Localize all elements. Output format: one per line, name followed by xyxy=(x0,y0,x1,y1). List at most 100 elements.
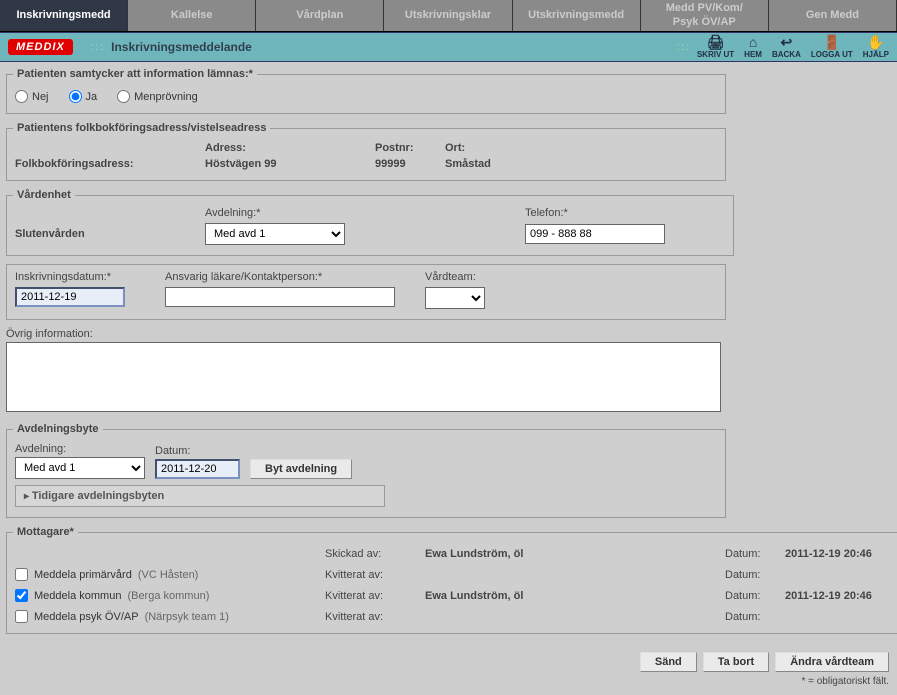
reg-team-select[interactable] xyxy=(425,287,485,309)
main-tabs: Inskrivningsmedd Kallelse Vårdplan Utskr… xyxy=(0,0,897,32)
address-group: Patientens folkbokföringsadress/vistelse… xyxy=(6,122,726,181)
consent-ja[interactable]: Ja xyxy=(69,90,98,103)
back-label: BACKA xyxy=(772,50,801,59)
addr-header-adress: Adress: xyxy=(205,142,375,154)
help-label: HJÄLP xyxy=(863,50,889,59)
wardchange-legend: Avdelningsbyte xyxy=(13,423,103,435)
ward-unit-label: Slutenvården xyxy=(15,228,205,240)
ward-group: Vårdenhet Avdelning:* Telefon:* Slutenvå… xyxy=(6,189,734,256)
recip-datum-label-2: Datum: xyxy=(725,590,785,602)
reg-date-label: Inskrivningsdatum:* xyxy=(15,271,155,283)
recip-kvitterat-label-1: Kvitterat av: xyxy=(325,569,425,581)
wardchange-group: Avdelningsbyte Avdelning: Med avd 1 Datu… xyxy=(6,423,726,518)
ward-legend: Vårdenhet xyxy=(13,189,75,201)
recip-primarvard-label: Meddela primärvård xyxy=(34,569,132,581)
reg-team-label: Vårdteam: xyxy=(425,271,505,283)
send-button[interactable]: Sänd xyxy=(640,652,697,672)
help-action[interactable]: ✋HJÄLP xyxy=(863,35,889,59)
recip-kvitterat-who-2: Ewa Lundström, öl xyxy=(425,590,725,602)
recip-kvitterat-label-2: Kvitterat av: xyxy=(325,590,425,602)
recip-primarvard-check[interactable] xyxy=(15,568,28,581)
addr-header-postnr: Postnr: xyxy=(375,142,445,154)
tab-kallelse[interactable]: Kallelse xyxy=(128,0,256,31)
recip-datum-label-1: Datum: xyxy=(725,569,785,581)
consent-ja-label: Ja xyxy=(86,91,98,103)
tab-utskrivningsmedd[interactable]: Utskrivningsmedd xyxy=(513,0,641,31)
recip-kommun-label: Meddela kommun xyxy=(34,590,121,602)
addr-header-ort: Ort: xyxy=(445,142,645,154)
recip-datum-label-3: Datum: xyxy=(725,611,785,623)
tab-gen-medd[interactable]: Gen Medd xyxy=(769,0,897,31)
ward-avd-label: Avdelning:* xyxy=(205,207,525,219)
decor-dots: ::: xyxy=(676,42,690,53)
logout-action[interactable]: 🚪LOGGA UT xyxy=(811,35,853,59)
logout-label: LOGGA UT xyxy=(811,50,853,59)
recip-psyk-check[interactable] xyxy=(15,610,28,623)
recip-kommun-paren: (Berga kommun) xyxy=(127,590,209,602)
addr-value-ort: Småstad xyxy=(445,158,645,170)
reg-doctor-label: Ansvarig läkare/Kontaktperson:* xyxy=(165,271,415,283)
help-icon: ✋ xyxy=(867,35,884,49)
header-bar: MEDDIX ::: Inskrivningsmeddelande ::: 🖨S… xyxy=(0,32,897,62)
back-action[interactable]: ↩BACKA xyxy=(772,35,801,59)
home-action[interactable]: ⌂HEM xyxy=(744,35,762,59)
recip-kvitterat-label-3: Kvitterat av: xyxy=(325,611,425,623)
print-icon: 🖨 xyxy=(707,35,725,49)
consent-men-radio[interactable] xyxy=(117,90,130,103)
print-label: SKRIV UT xyxy=(697,50,734,59)
recip-datum-val-0: 2011-12-19 20:46 xyxy=(785,548,897,560)
home-icon: ⌂ xyxy=(749,35,757,49)
reg-doctor-input[interactable] xyxy=(165,287,395,307)
page-title: Inskrivningsmeddelande xyxy=(111,40,670,54)
recip-psyk-label: Meddela psyk ÖV/AP xyxy=(34,611,139,623)
back-icon: ↩ xyxy=(781,35,793,49)
recip-psyk-paren: (Närpsyk team 1) xyxy=(145,611,229,623)
tab-vardplan[interactable]: Vårdplan xyxy=(256,0,384,31)
app-logo: MEDDIX xyxy=(8,39,73,55)
consent-nej-label: Nej xyxy=(32,91,49,103)
address-legend: Patientens folkbokföringsadress/vistelse… xyxy=(13,122,270,134)
recip-kommun-check[interactable] xyxy=(15,589,28,602)
wardchange-date-label: Datum: xyxy=(155,445,240,457)
recip-skickad-label: Skickad av: xyxy=(325,548,425,560)
mandatory-footnote: * = obligatoriskt fält. xyxy=(0,674,897,695)
consent-legend: Patienten samtycker att information lämn… xyxy=(13,68,257,80)
addr-row-label: Folkbokföringsadress: xyxy=(15,158,205,170)
consent-men-label: Menprövning xyxy=(134,91,198,103)
wardchange-avd-label: Avdelning: xyxy=(15,443,145,455)
tab-utskrivningsklar[interactable]: Utskrivningsklar xyxy=(384,0,512,31)
recipients-legend: Mottagare* xyxy=(13,526,78,538)
recip-datum-val-2: 2011-12-19 20:46 xyxy=(785,590,897,602)
print-action[interactable]: 🖨SKRIV UT xyxy=(697,35,734,59)
delete-button[interactable]: Ta bort xyxy=(703,652,769,672)
recip-datum-label-0: Datum: xyxy=(725,548,785,560)
wardchange-history-toggle[interactable]: Tidigare avdelningsbyten xyxy=(15,485,385,507)
change-team-button[interactable]: Ändra vårdteam xyxy=(775,652,889,672)
tab-medd-pvkom[interactable]: Medd PV/Kom/ Psyk ÖV/AP xyxy=(641,0,769,31)
ward-tel-label: Telefon:* xyxy=(525,207,725,219)
addr-value-postnr: 99999 xyxy=(375,158,445,170)
recip-primarvard-paren: (VC Håsten) xyxy=(138,569,199,581)
addr-value-adress: Höstvägen 99 xyxy=(205,158,375,170)
ward-avd-select[interactable]: Med avd 1 xyxy=(205,223,345,245)
decor-dots: ::: xyxy=(91,42,105,53)
wardchange-button[interactable]: Byt avdelning xyxy=(250,459,352,479)
wardchange-avd-select[interactable]: Med avd 1 xyxy=(15,457,145,479)
wardchange-date-input[interactable] xyxy=(155,459,240,479)
tab-inskrivningsmedd[interactable]: Inskrivningsmedd xyxy=(0,0,128,31)
consent-nej[interactable]: Nej xyxy=(15,90,49,103)
other-info-label: Övrig information: xyxy=(6,328,726,340)
recipients-group: Mottagare* Skickad av: Ewa Lundström, öl… xyxy=(6,526,897,634)
home-label: HEM xyxy=(744,50,762,59)
consent-nej-radio[interactable] xyxy=(15,90,28,103)
consent-men[interactable]: Menprövning xyxy=(117,90,198,103)
reg-date-input[interactable] xyxy=(15,287,125,307)
ward-tel-input[interactable] xyxy=(525,224,665,244)
consent-ja-radio[interactable] xyxy=(69,90,82,103)
consent-group: Patienten samtycker att information lämn… xyxy=(6,68,726,114)
recip-skickad-who: Ewa Lundström, öl xyxy=(425,548,725,560)
reg-group: Inskrivningsdatum:* Ansvarig läkare/Kont… xyxy=(6,264,726,320)
other-info-textarea[interactable] xyxy=(6,342,721,412)
logout-icon: 🚪 xyxy=(823,35,840,49)
header-actions: 🖨SKRIV UT ⌂HEM ↩BACKA 🚪LOGGA UT ✋HJÄLP xyxy=(697,35,889,59)
